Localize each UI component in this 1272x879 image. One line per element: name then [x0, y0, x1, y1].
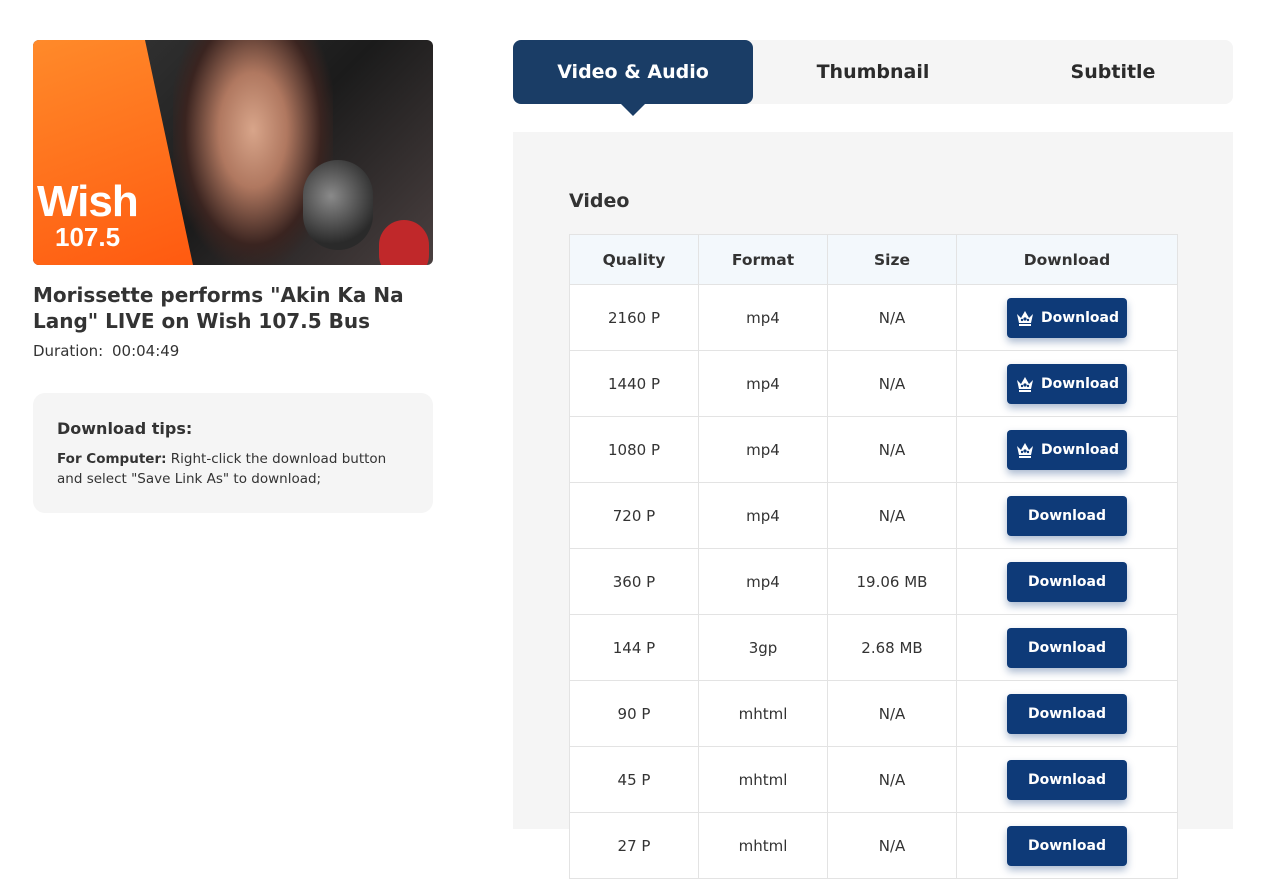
- cell-download: Download: [956, 680, 1178, 747]
- tips-title: Download tips:: [57, 419, 193, 438]
- tab-subtitle[interactable]: Subtitle: [993, 40, 1233, 104]
- crown-icon: [1016, 376, 1033, 392]
- table-row: 27 Pmhtml N/A Download: [569, 812, 1178, 879]
- cell-quality: 1440 P: [569, 350, 699, 417]
- cell-format: mp4: [698, 284, 828, 351]
- video-info: Wish 107.5 Morissette performs "Akin Ka …: [33, 40, 433, 513]
- microphone-shape: [303, 160, 373, 250]
- download-button[interactable]: Download: [1007, 495, 1127, 536]
- crown-icon: [1016, 310, 1033, 326]
- download-button[interactable]: Download: [1007, 561, 1127, 602]
- download-button-label: Download: [1027, 573, 1107, 590]
- cell-format: 3gp: [698, 614, 828, 681]
- duration-value: 00:04:49: [111, 342, 180, 360]
- cell-quality: 27 P: [569, 812, 699, 879]
- cell-format: mp4: [698, 350, 828, 417]
- cell-quality: 45 P: [569, 746, 699, 813]
- header-quality: Quality: [569, 234, 699, 285]
- table-row: 1440 Pmp4 N/A Download: [569, 350, 1178, 417]
- format-tabs: Video & Audio Thumbnail Subtitle: [513, 40, 1233, 116]
- cell-format: mhtml: [698, 746, 828, 813]
- cell-size: N/A: [827, 680, 957, 747]
- cell-size: N/A: [827, 482, 957, 549]
- download-button-label: Download: [1027, 705, 1107, 722]
- cell-quality: 1080 P: [569, 416, 699, 483]
- cell-size: N/A: [827, 812, 957, 879]
- download-button[interactable]: Download: [1007, 429, 1127, 470]
- cell-quality: 2160 P: [569, 284, 699, 351]
- table-header-row: Quality Format Size Download: [569, 234, 1178, 285]
- download-button[interactable]: Download: [1007, 693, 1127, 734]
- download-button-label: Download: [1040, 375, 1120, 392]
- logo-line-2: 107.5: [55, 222, 121, 252]
- logo-line-1: Wish: [37, 177, 139, 226]
- cell-size: 2.68 MB: [827, 614, 957, 681]
- cell-download: Download: [956, 746, 1178, 813]
- cell-format: mp4: [698, 416, 828, 483]
- download-button-label: Download: [1027, 837, 1107, 854]
- cell-size: N/A: [827, 416, 957, 483]
- table-row: 1080 Pmp4 N/A Download: [569, 416, 1178, 483]
- cell-download: Download: [956, 482, 1178, 549]
- cell-size: 19.06 MB: [827, 548, 957, 615]
- cell-format: mhtml: [698, 812, 828, 879]
- download-button[interactable]: Download: [1007, 627, 1127, 668]
- download-button-label: Download: [1027, 771, 1107, 788]
- table-row: 360 Pmp4 19.06 MB Download: [569, 548, 1178, 615]
- wish-logo: Wish 107.5: [37, 177, 139, 252]
- download-button-label: Download: [1027, 639, 1107, 656]
- download-button-label: Download: [1040, 309, 1120, 326]
- video-thumbnail: Wish 107.5: [33, 40, 433, 265]
- cell-quality: 144 P: [569, 614, 699, 681]
- tab-thumbnail[interactable]: Thumbnail: [753, 40, 993, 104]
- table-row: 45 Pmhtml N/A Download: [569, 746, 1178, 813]
- cell-download: Download: [956, 548, 1178, 615]
- crown-icon: [1016, 442, 1033, 458]
- table-row: 720 Pmp4 N/A Download: [569, 482, 1178, 549]
- download-button-label: Download: [1027, 507, 1107, 524]
- header-size: Size: [827, 234, 957, 285]
- cell-download: Download: [956, 284, 1178, 351]
- cell-format: mp4: [698, 482, 828, 549]
- cell-size: N/A: [827, 350, 957, 417]
- cell-download: Download: [956, 812, 1178, 879]
- download-tips: Download tips: For Computer: Right-click…: [33, 393, 433, 513]
- download-button[interactable]: Download: [1007, 759, 1127, 800]
- section-title: Video: [569, 190, 630, 212]
- cell-download: Download: [956, 416, 1178, 483]
- download-button[interactable]: Download: [1007, 825, 1127, 866]
- tips-label: For Computer:: [57, 451, 167, 467]
- table-row: 144 P 3gp 2.68 MB Download: [569, 614, 1178, 681]
- cell-format: mp4: [698, 548, 828, 615]
- download-button-label: Download: [1040, 441, 1120, 458]
- cell-quality: 360 P: [569, 548, 699, 615]
- microphone-badge: [379, 220, 429, 265]
- header-download: Download: [956, 234, 1178, 285]
- tips-text: For Computer: Right-click the download b…: [57, 449, 409, 489]
- download-button[interactable]: Download: [1007, 297, 1127, 338]
- cell-quality: 720 P: [569, 482, 699, 549]
- cell-size: N/A: [827, 284, 957, 351]
- cell-download: Download: [956, 350, 1178, 417]
- tab-video-audio[interactable]: Video & Audio: [513, 40, 753, 116]
- header-format: Format: [698, 234, 828, 285]
- video-title: Morissette performs "Akin Ka Na Lang" LI…: [33, 283, 404, 333]
- duration-label: Duration:: [33, 342, 104, 360]
- cell-size: N/A: [827, 746, 957, 813]
- video-duration: Duration: 00:04:49: [33, 342, 433, 360]
- cell-download: Download: [956, 614, 1178, 681]
- download-button[interactable]: Download: [1007, 363, 1127, 404]
- cell-format: mhtml: [698, 680, 828, 747]
- table-row: 90 Pmhtml N/A Download: [569, 680, 1178, 747]
- download-panel: Video Quality Format Size Download 2160 …: [513, 132, 1233, 879]
- download-table: Quality Format Size Download 2160 Pmp4 N/…: [569, 234, 1178, 879]
- cell-quality: 90 P: [569, 680, 699, 747]
- table-row: 2160 Pmp4 N/A Download: [569, 284, 1178, 351]
